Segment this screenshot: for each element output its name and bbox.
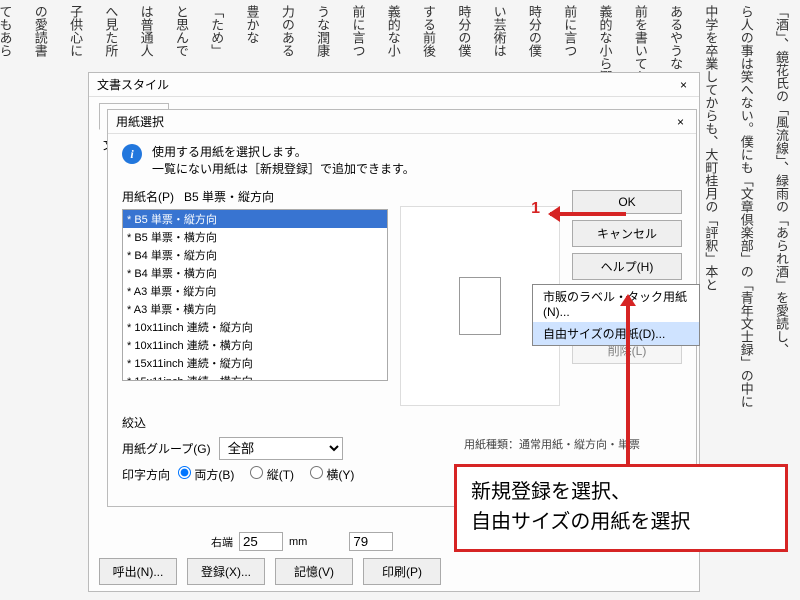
- paper-list-item[interactable]: * B4 単票・横方向: [123, 264, 387, 282]
- info-icon: i: [122, 144, 142, 164]
- annotation-box: 新規登録を選択、 自由サイズの用紙を選択: [454, 464, 788, 552]
- annotation-line1: 新規登録を選択、: [471, 477, 771, 507]
- info-row: i 使用する用紙を選択します。 一覧にない用紙は［新規登録］で追加できます。: [108, 134, 696, 188]
- paper-list-item[interactable]: * B5 単票・横方向: [123, 228, 387, 246]
- cancel-button[interactable]: キャンセル: [572, 220, 682, 247]
- new-register-dropdown-menu: 市販のラベル・タック用紙(N)... 自由サイズの用紙(D)...: [532, 284, 700, 346]
- annotation-number: 1: [531, 200, 540, 218]
- margin-value-input[interactable]: [239, 532, 283, 551]
- filter-section-label: 絞込: [122, 414, 682, 431]
- paper-list-item[interactable]: * 15x11inch 連続・縦方向: [123, 354, 387, 372]
- outer-bottom-button[interactable]: 印刷(P): [363, 558, 441, 585]
- annotation-arrow-left: [550, 212, 626, 216]
- ok-button[interactable]: OK: [572, 190, 682, 214]
- radio-horizontal[interactable]: 横(Y): [310, 466, 354, 483]
- annotation-line2: 自由サイズの用紙を選択: [471, 507, 771, 537]
- outer-bottom-button[interactable]: 記憶(V): [275, 558, 353, 585]
- paper-list-item[interactable]: * 15x11inch 連続・横方向: [123, 372, 387, 381]
- menu-item-free-size-paper[interactable]: 自由サイズの用紙(D)...: [533, 322, 699, 345]
- paper-list-item[interactable]: * B4 単票・縦方向: [123, 246, 387, 264]
- bg-text-line: の愛読書: [26, 5, 53, 595]
- info-line1: 使用する用紙を選択します。: [152, 144, 415, 161]
- page-preview-icon: [459, 277, 501, 335]
- paper-list-item[interactable]: * 10x11inch 連続・横方向: [123, 336, 387, 354]
- info-text: 使用する用紙を選択します。 一覧にない用紙は［新規登録］で追加できます。: [152, 144, 415, 178]
- margin-unit: mm: [289, 536, 307, 548]
- paper-kind-label: 用紙種類：通常用紙・縦方向・単票: [464, 436, 640, 452]
- paper-list-item[interactable]: * 10x11inch 連続・縦方向: [123, 318, 387, 336]
- radio-vertical[interactable]: 縦(T): [250, 466, 294, 483]
- paper-name-label: 用紙名(P) B5 単票・縦方向: [122, 188, 388, 205]
- close-icon[interactable]: ×: [673, 115, 688, 129]
- bg-text-line: 子供心に: [62, 5, 89, 595]
- margin-value-input-2[interactable]: [349, 532, 393, 551]
- outer-bottom-button[interactable]: 呼出(N)...: [99, 558, 177, 585]
- radio-both[interactable]: 両方(B): [178, 466, 234, 483]
- annotation-arrow-up: [626, 296, 630, 466]
- outer-bottom-button[interactable]: 登録(X)...: [187, 558, 265, 585]
- outer-bottom-buttons: 呼出(N)... 登録(X)... 記憶(V) 印刷(P): [99, 558, 441, 585]
- outer-title: 文書スタイル: [97, 76, 169, 93]
- paper-list-item[interactable]: * A3 単票・縦方向: [123, 282, 387, 300]
- help-button[interactable]: ヘルプ(H): [572, 253, 682, 280]
- info-line2: 一覧にない用紙は［新規登録］で追加できます。: [152, 161, 415, 178]
- margin-controls: 右端 mm: [211, 532, 393, 551]
- menu-item-label-tack-paper[interactable]: 市販のラベル・タック用紙(N)...: [533, 285, 699, 322]
- paper-group-label: 用紙グループ(G): [122, 440, 211, 457]
- paper-group-select[interactable]: 全部: [219, 437, 343, 460]
- paper-list-item[interactable]: * B5 単票・縦方向: [123, 210, 387, 228]
- paper-list-item[interactable]: * A3 単票・横方向: [123, 300, 387, 318]
- margin-label: 右端: [211, 534, 233, 550]
- paper-select-dialog: 用紙選択 × i 使用する用紙を選択します。 一覧にない用紙は［新規登録］で追加…: [107, 109, 697, 507]
- inner-titlebar: 用紙選択 ×: [108, 110, 696, 134]
- close-icon[interactable]: ×: [676, 78, 691, 92]
- outer-titlebar: 文書スタイル ×: [89, 73, 699, 97]
- print-direction-label: 印字方向: [122, 466, 170, 483]
- paper-listbox[interactable]: * B5 単票・縦方向* B5 単票・横方向* B4 単票・縦方向* B4 単票…: [122, 209, 388, 381]
- inner-title: 用紙選択: [116, 113, 164, 130]
- bg-text-line: てもあら: [0, 5, 18, 595]
